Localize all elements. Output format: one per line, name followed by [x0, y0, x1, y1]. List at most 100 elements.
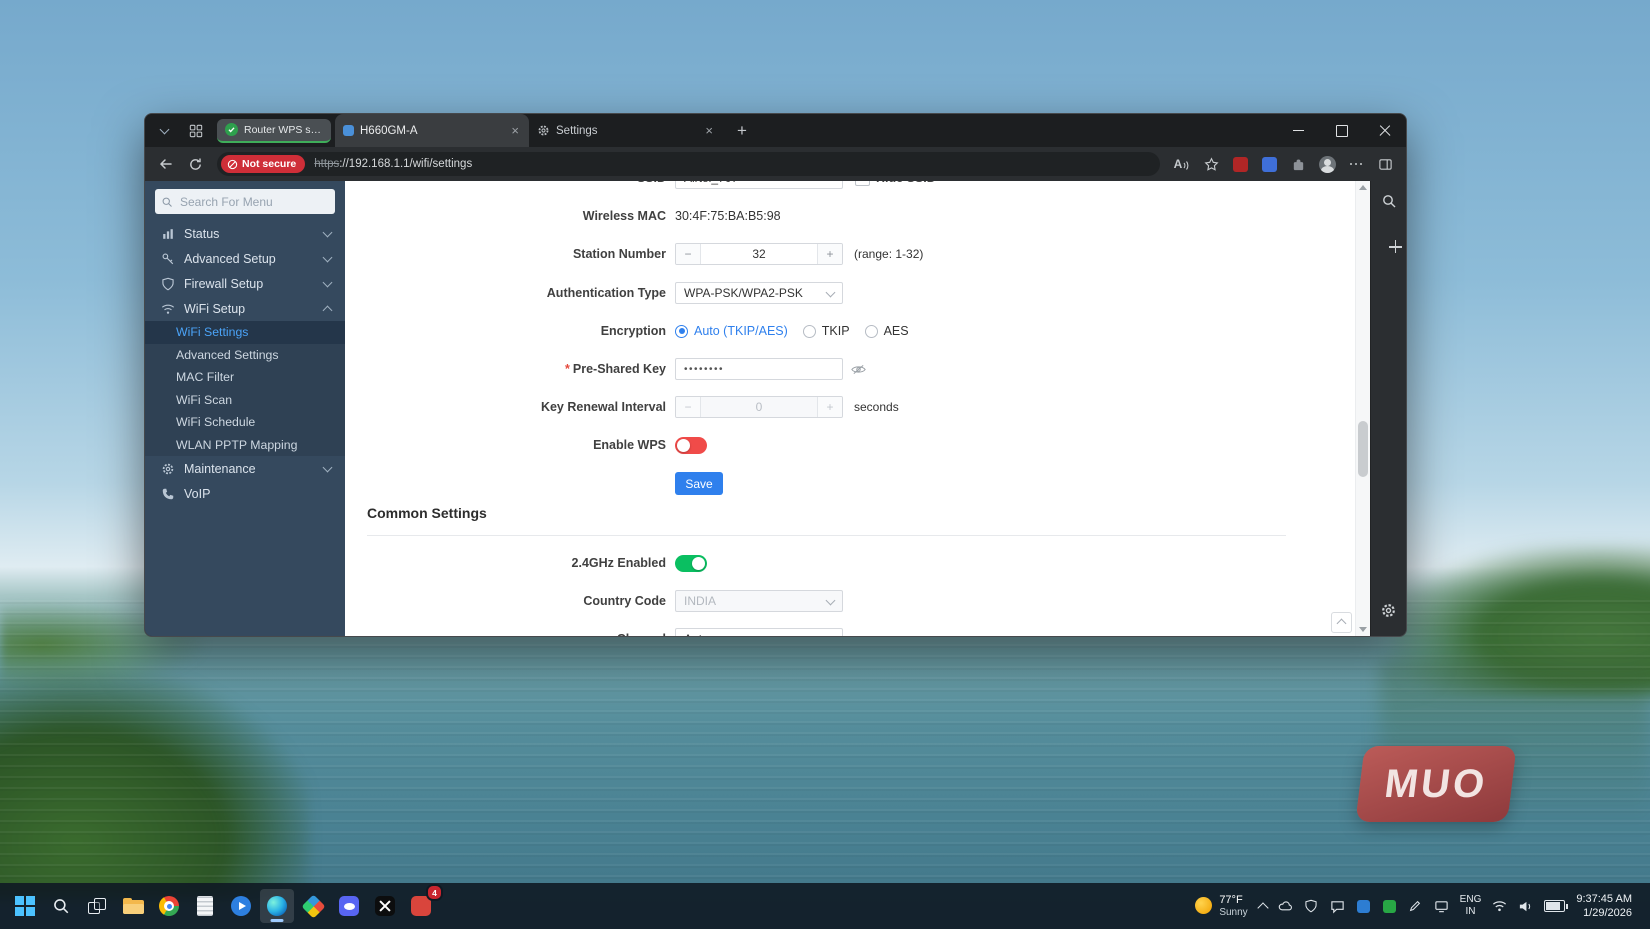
- read-aloud-button[interactable]: A: [1169, 151, 1195, 177]
- hide-ssid-checkbox[interactable]: [855, 181, 870, 186]
- decrement-button[interactable]: −: [676, 397, 701, 417]
- maximize-button[interactable]: [1320, 114, 1363, 147]
- notepad-button[interactable]: [188, 889, 222, 923]
- enable-wps-toggle[interactable]: [675, 437, 707, 454]
- scrollbar-thumb[interactable]: [1358, 421, 1368, 477]
- media-player-button[interactable]: [224, 889, 258, 923]
- sidebar-item-status[interactable]: Status: [145, 221, 345, 246]
- increment-button[interactable]: +: [817, 244, 842, 264]
- sun-icon: [1195, 897, 1212, 914]
- minimize-button[interactable]: [1277, 114, 1320, 147]
- chevron-down-icon: [323, 463, 333, 473]
- page-scrollbar[interactable]: [1355, 181, 1370, 636]
- task-view-button[interactable]: [80, 889, 114, 923]
- favorites-button[interactable]: [1198, 151, 1224, 177]
- edge-button[interactable]: [260, 889, 294, 923]
- sidebar-item-advanced-settings[interactable]: Advanced Settings: [145, 344, 345, 367]
- tab-close-icon[interactable]: ×: [703, 124, 715, 137]
- show-password-toggle[interactable]: [851, 364, 866, 375]
- address-bar[interactable]: Not secure https://192.168.1.1/wifi/sett…: [217, 152, 1160, 176]
- increment-button[interactable]: +: [817, 397, 842, 417]
- sidebar-search[interactable]: [155, 189, 335, 214]
- browser-menu-button[interactable]: [1343, 151, 1369, 177]
- pre-shared-key-input[interactable]: ••••••••: [675, 358, 843, 380]
- discord-button[interactable]: [332, 889, 366, 923]
- save-button[interactable]: Save: [675, 472, 723, 495]
- sidebar-item-wifi-setup[interactable]: WiFi Setup: [145, 296, 345, 321]
- ssid-input[interactable]: Airtel_707: [675, 181, 843, 189]
- tab-search-button[interactable]: [151, 118, 177, 144]
- split-screen-button[interactable]: [1372, 151, 1398, 177]
- tray-chat-icon[interactable]: [1330, 899, 1345, 914]
- sidebar-item-voip[interactable]: VoIP: [145, 481, 345, 506]
- start-button[interactable]: [8, 889, 42, 923]
- wallpaper-water: [0, 600, 1650, 883]
- scrollbar-up-arrow[interactable]: [1359, 185, 1367, 190]
- sidebar-item-maintenance[interactable]: Maintenance: [145, 456, 345, 481]
- rail-search-button[interactable]: [1381, 193, 1397, 214]
- scroll-to-top-button[interactable]: [1331, 612, 1352, 633]
- scrollbar-down-arrow[interactable]: [1359, 627, 1367, 632]
- key-renewal-input[interactable]: 0: [701, 397, 817, 417]
- clock-time: 9:37:45 AM: [1576, 892, 1632, 906]
- tray-shield-icon[interactable]: [1304, 899, 1319, 914]
- refresh-button[interactable]: [182, 151, 208, 177]
- tab-settings[interactable]: Settings ×: [529, 114, 723, 147]
- chrome-button[interactable]: [152, 889, 186, 923]
- photos-button[interactable]: [296, 889, 330, 923]
- notifications-app-button[interactable]: 4: [404, 889, 438, 923]
- tab-h660gm-a[interactable]: H660GM-A ×: [335, 114, 529, 147]
- field-ssid: SSID Airtel_707 Hide SSID: [345, 181, 1356, 190]
- extensions-menu-button[interactable]: [1285, 151, 1311, 177]
- weather-widget[interactable]: 77°F Sunny: [1195, 894, 1247, 918]
- sidebar-item-wifi-scan[interactable]: WiFi Scan: [145, 389, 345, 412]
- tray-monitor-icon[interactable]: [1434, 899, 1449, 914]
- workspaces-icon: [189, 124, 203, 138]
- extension-ublock-button[interactable]: [1227, 151, 1253, 177]
- channel-select[interactable]: Auto: [675, 628, 843, 636]
- extension-blue-button[interactable]: [1256, 151, 1282, 177]
- radio-auto-tkip-aes[interactable]: Auto (TKIP/AES): [675, 324, 788, 338]
- tray-blue-app-icon[interactable]: [1356, 899, 1371, 914]
- sidebar-item-mac-filter[interactable]: MAC Filter: [145, 366, 345, 389]
- language-indicator[interactable]: ENG IN: [1460, 894, 1482, 918]
- sidebar-item-advanced-setup[interactable]: Advanced Setup: [145, 246, 345, 271]
- sidebar-item-firewall-setup[interactable]: Firewall Setup: [145, 271, 345, 296]
- station-number-label: Station Number: [345, 247, 666, 261]
- volume-icon[interactable]: [1518, 899, 1533, 914]
- profile-button[interactable]: [1314, 151, 1340, 177]
- sidebar-search-input[interactable]: [178, 194, 329, 210]
- tray-cloud-icon[interactable]: [1278, 899, 1293, 914]
- sidebar-item-wifi-settings[interactable]: WiFi Settings: [145, 321, 345, 344]
- security-badge[interactable]: Not secure: [221, 155, 305, 173]
- window-controls: [1277, 114, 1406, 147]
- authentication-type-select[interactable]: WPA-PSK/WPA2-PSK: [675, 282, 843, 304]
- clock[interactable]: 9:37:45 AM 1/29/2026: [1576, 892, 1632, 921]
- tray-overflow-chevron[interactable]: [1257, 902, 1268, 913]
- x-app-button[interactable]: [368, 889, 402, 923]
- rail-settings-button[interactable]: [1380, 602, 1397, 624]
- battery-icon[interactable]: [1544, 900, 1565, 912]
- new-tab-button[interactable]: +: [729, 118, 755, 144]
- close-button[interactable]: [1363, 114, 1406, 147]
- sidebar-item-wifi-schedule[interactable]: WiFi Schedule: [145, 411, 345, 434]
- wifi-status-icon[interactable]: [1492, 899, 1507, 914]
- station-number-input[interactable]: 32: [701, 244, 817, 264]
- workspaces-button[interactable]: [183, 118, 209, 144]
- country-code-select[interactable]: INDIA: [675, 590, 843, 612]
- radio-tkip[interactable]: TKIP: [803, 324, 850, 338]
- radio-aes[interactable]: AES: [865, 324, 909, 338]
- taskbar-search-button[interactable]: [44, 889, 78, 923]
- field-encryption: Encryption Auto (TKIP/AES) TKIP AES: [345, 319, 1356, 343]
- sidebar-item-wlan-pptp-mapping[interactable]: WLAN PPTP Mapping: [145, 434, 345, 457]
- tray-green-app-icon[interactable]: [1382, 899, 1397, 914]
- tray-pen-icon[interactable]: [1408, 899, 1423, 914]
- back-button[interactable]: [153, 151, 179, 177]
- decrement-button[interactable]: −: [676, 244, 701, 264]
- tab-router-wps-setting[interactable]: Router WPS setting: [217, 119, 331, 143]
- tab-close-icon[interactable]: ×: [509, 124, 521, 137]
- 24ghz-enabled-toggle[interactable]: [675, 555, 707, 572]
- tab-favicon: [343, 125, 354, 136]
- file-explorer-button[interactable]: [116, 889, 150, 923]
- weather-temp: 77°F: [1219, 894, 1247, 907]
